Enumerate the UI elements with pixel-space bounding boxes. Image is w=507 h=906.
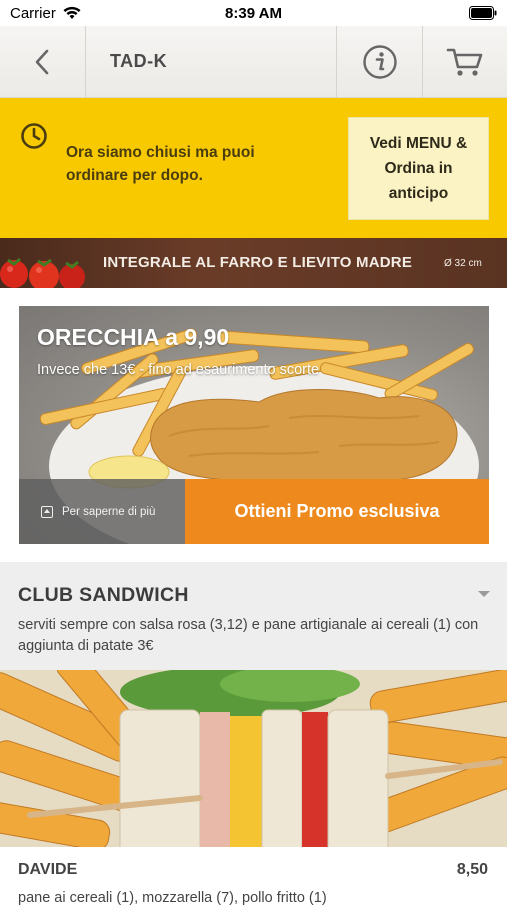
info-icon: [362, 45, 397, 79]
offer-card[interactable]: ORECCHIA a 9,90 Invece che 13€ - fino ad…: [19, 306, 489, 544]
cart-button[interactable]: [422, 26, 507, 98]
category-description: serviti sempre con salsa rosa (3,12) e p…: [18, 617, 479, 654]
get-promo-button[interactable]: Ottieni Promo esclusiva: [185, 479, 489, 544]
chevron-left-icon: [35, 49, 48, 75]
closed-banner: Ora siamo chiusi ma puoi ordinare per do…: [0, 98, 507, 238]
promo-strip-size: Ø 32 cm: [444, 258, 482, 269]
item-price: 8,50: [456, 861, 488, 878]
tomatoes-image: [0, 257, 85, 288]
caret-down-icon[interactable]: [478, 591, 490, 597]
info-button[interactable]: [336, 26, 422, 98]
page-title: TAD-K: [110, 51, 168, 71]
clock-icon: [21, 123, 47, 149]
order-ahead-button[interactable]: Vedi MENU & Ordina in anticipo: [348, 117, 489, 220]
category-title: CLUB SANDWICH: [18, 584, 189, 606]
club-sandwich-image: [0, 670, 507, 847]
offer-subtitle: Invece che 13€ - fino ad esaurimento sco…: [37, 362, 320, 378]
item-name: DAVIDE: [18, 861, 78, 878]
learn-more-label: Per saperne di più: [62, 505, 156, 518]
back-button[interactable]: [0, 26, 86, 98]
battery-icon: [469, 6, 497, 20]
closed-message: Ora siamo chiusi ma puoi ordinare per do…: [66, 144, 255, 184]
cart-icon: [446, 48, 483, 76]
expand-up-icon: [41, 505, 53, 518]
offer-title: ORECCHIA a 9,90: [37, 324, 230, 350]
promo-strip-text: INTEGRALE AL FARRO E LIEVITO MADRE: [103, 254, 413, 271]
learn-more-button[interactable]: Per saperne di più: [19, 479, 185, 544]
status-time: 8:39 AM: [225, 5, 282, 22]
category-header[interactable]: CLUB SANDWICH serviti sempre con salsa r…: [0, 562, 507, 670]
navigation-bar: TAD-K: [0, 26, 507, 98]
promo-strip-banner[interactable]: INTEGRALE AL FARRO E LIEVITO MADRE Ø 32 …: [0, 238, 507, 288]
item-description: pane ai cereali (1), mozzarella (7), pol…: [18, 890, 327, 906]
list-item[interactable]: DAVIDE 8,50 pane ai cereali (1), mozzare…: [0, 847, 507, 906]
status-bar: Carrier 8:39 AM: [0, 0, 507, 26]
